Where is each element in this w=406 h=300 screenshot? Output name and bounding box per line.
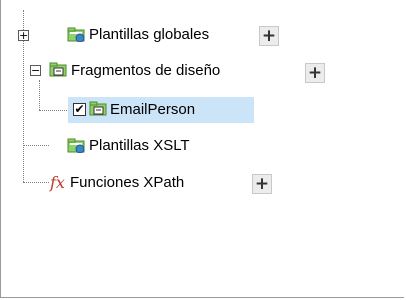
node-label[interactable]: Funciones XPath <box>70 174 184 191</box>
tree-connector <box>39 110 67 111</box>
node-label[interactable]: Fragmentos de diseño <box>71 62 220 79</box>
add-global-template-button[interactable]: + <box>259 26 279 46</box>
xslt-templates-icon <box>67 138 85 153</box>
tree-connector <box>23 145 49 146</box>
collapse-toggle[interactable]: − <box>30 65 41 76</box>
add-xpath-function-button[interactable]: + <box>252 174 272 194</box>
design-fragment-icon <box>89 101 107 116</box>
xpath-function-icon: fx <box>50 173 65 192</box>
node-label[interactable]: Plantillas XSLT <box>89 137 190 154</box>
design-tree-panel: + Plantillas globales + − Fragmentos de … <box>0 0 404 298</box>
design-fragments-icon <box>49 62 67 77</box>
global-templates-icon <box>67 27 85 42</box>
tree-connector <box>39 80 40 110</box>
fragment-checkbox[interactable]: ✔ <box>73 103 86 116</box>
add-design-fragment-button[interactable]: + <box>305 63 325 83</box>
node-label[interactable]: Plantillas globales <box>89 26 209 43</box>
node-label[interactable]: EmailPerson <box>110 101 195 118</box>
tree-connector <box>23 182 49 183</box>
expand-toggle[interactable]: + <box>18 30 29 41</box>
